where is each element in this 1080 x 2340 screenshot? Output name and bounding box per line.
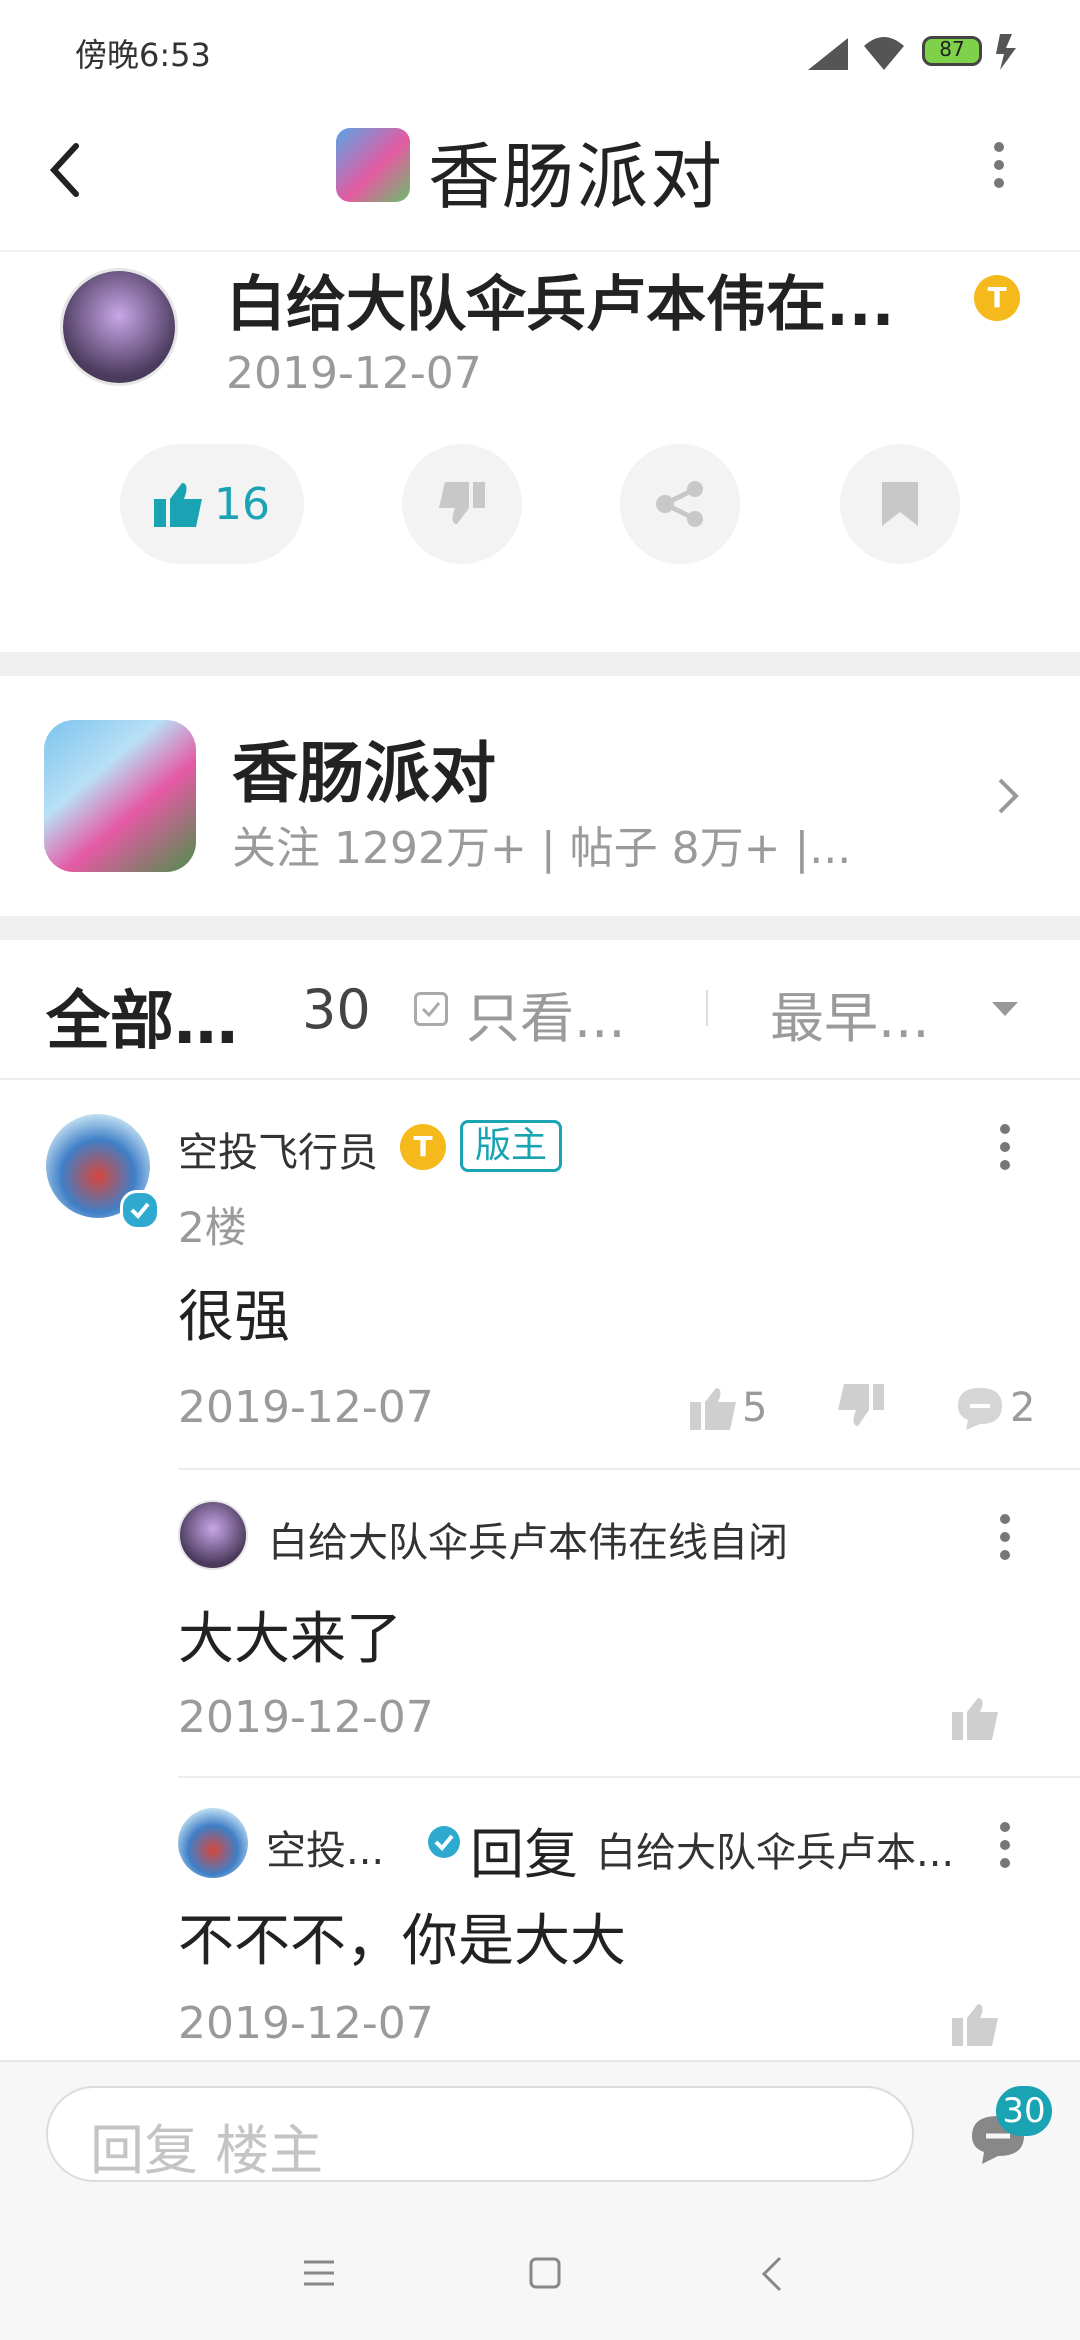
thumbs-down-icon bbox=[439, 482, 485, 524]
status-time: 傍晚6:53 bbox=[75, 36, 211, 74]
reply-item: 白给大队伞兵卢本伟在线自闭 大大来了 2019-12-07 bbox=[0, 1470, 1080, 1776]
reply-author-name[interactable]: 白给大队伞兵卢本伟在线自闭 bbox=[268, 1510, 968, 1568]
menu-icon[interactable] bbox=[302, 2258, 336, 2288]
signal-icon bbox=[808, 38, 848, 70]
battery-icon: 87 bbox=[922, 36, 982, 66]
chevron-down-icon[interactable] bbox=[992, 1002, 1018, 1018]
comment-dislike-button[interactable] bbox=[838, 1384, 884, 1432]
nav-back-icon[interactable] bbox=[760, 2256, 784, 2292]
reply-item: 空投... 回复 白给大队伞兵卢本... 不不不，你是大大 2019-12-07 bbox=[0, 1778, 1080, 2060]
filter-all-tab[interactable]: 全部... bbox=[46, 970, 246, 1062]
verified-icon bbox=[120, 1190, 160, 1230]
moderator-badge: 版主 bbox=[460, 1120, 563, 1172]
filter-divider bbox=[706, 990, 708, 1026]
reply-input-placeholder: 回复 楼主 bbox=[90, 2119, 324, 2182]
comment-count-badge: 30 bbox=[996, 2086, 1052, 2136]
sort-dropdown[interactable]: 最早... bbox=[770, 974, 950, 1053]
reply-date: 2019-12-07 bbox=[178, 1692, 434, 1743]
thumbs-down-icon bbox=[838, 1384, 884, 1426]
section-divider bbox=[0, 652, 1080, 676]
forum-stats: 关注 1292万+ | 帖子 8万+ |... bbox=[232, 823, 852, 874]
post-date: 2019-12-07 bbox=[226, 348, 482, 399]
commenter-name[interactable]: 空投飞行员 bbox=[178, 1120, 378, 1178]
forum-card[interactable]: 香肠派对 关注 1292万+ | 帖子 8万+ |... bbox=[0, 676, 1080, 916]
reply-more-icon[interactable] bbox=[1000, 1822, 1010, 1876]
reply-bar: 回复 楼主 30 bbox=[0, 2060, 1080, 2212]
thumbs-up-icon[interactable] bbox=[952, 1696, 998, 1740]
reply-more-icon[interactable] bbox=[1000, 1514, 1010, 1568]
reply-author-avatar[interactable] bbox=[178, 1500, 248, 1570]
forum-icon bbox=[44, 720, 196, 872]
reply-text: 不不不，你是大大 bbox=[178, 1909, 626, 1974]
comment-reply-button[interactable]: 2 bbox=[956, 1380, 1035, 1436]
battery-level: 87 bbox=[939, 37, 965, 61]
wifi-icon bbox=[864, 37, 904, 70]
comment-like-button[interactable]: 5 bbox=[690, 1380, 767, 1436]
reply-text: 大大来了 bbox=[178, 1607, 402, 1672]
level-badge-icon: T bbox=[400, 1124, 446, 1170]
forum-name: 香肠派对 bbox=[232, 735, 496, 812]
share-button[interactable] bbox=[620, 444, 740, 564]
app-bar: 香肠派对 bbox=[0, 100, 1080, 252]
reply-to-name[interactable]: 白给大队伞兵卢本... bbox=[596, 1820, 966, 1878]
back-icon[interactable] bbox=[44, 140, 84, 200]
reply-input[interactable]: 回复 楼主 bbox=[46, 2086, 914, 2182]
comment-reply-count: 2 bbox=[1010, 1385, 1036, 1431]
share-icon bbox=[656, 481, 703, 527]
comment-item: 空投飞行员 T 版主 2楼 很强 2019-12-07 5 2 bbox=[0, 1080, 1080, 1470]
filter-bar: 全部... 30 只看... 最早... bbox=[0, 940, 1080, 1080]
charging-icon bbox=[996, 34, 1016, 70]
speech-bubble-icon bbox=[958, 1388, 1002, 1430]
only-view-toggle[interactable]: 只看... bbox=[466, 974, 636, 1053]
comment-more-icon[interactable] bbox=[1000, 1124, 1010, 1178]
floor-number: 2楼 bbox=[178, 1203, 247, 1252]
game-icon-small bbox=[336, 128, 410, 202]
dislike-button[interactable] bbox=[402, 444, 522, 564]
reply-date: 2019-12-07 bbox=[178, 1998, 434, 2049]
bookmark-icon bbox=[882, 482, 918, 526]
page-title: 香肠派对 bbox=[428, 135, 725, 219]
home-icon[interactable] bbox=[528, 2256, 562, 2290]
comment-text: 很强 bbox=[178, 1285, 290, 1350]
thumbs-up-icon[interactable] bbox=[952, 2002, 998, 2046]
verified-icon bbox=[428, 1826, 460, 1858]
comment-like-count: 5 bbox=[742, 1385, 768, 1431]
like-button[interactable]: 16 bbox=[120, 444, 304, 564]
comment-count: 30 bbox=[302, 978, 371, 1041]
level-badge-icon: T bbox=[974, 275, 1020, 321]
thumbs-up-icon bbox=[154, 483, 202, 527]
comment-date: 2019-12-07 bbox=[178, 1382, 434, 1433]
system-nav-bar bbox=[0, 2210, 1080, 2340]
chevron-right-icon bbox=[998, 778, 1019, 814]
post-author-name[interactable]: 白给大队伞兵卢本伟在... bbox=[226, 256, 926, 343]
thumbs-up-icon bbox=[690, 1388, 736, 1430]
like-count: 16 bbox=[214, 478, 270, 530]
section-divider bbox=[0, 916, 1080, 940]
reply-label: 回复 bbox=[470, 1823, 578, 1886]
status-bar: 傍晚6:53 87 bbox=[0, 0, 1080, 100]
checkbox-icon[interactable] bbox=[414, 992, 448, 1026]
bookmark-button[interactable] bbox=[840, 444, 960, 564]
reply-author-avatar[interactable] bbox=[178, 1808, 248, 1878]
reply-author-name[interactable]: 空投... bbox=[266, 1818, 384, 1876]
more-options-icon[interactable] bbox=[994, 142, 1004, 196]
post-author-avatar[interactable] bbox=[60, 268, 178, 386]
